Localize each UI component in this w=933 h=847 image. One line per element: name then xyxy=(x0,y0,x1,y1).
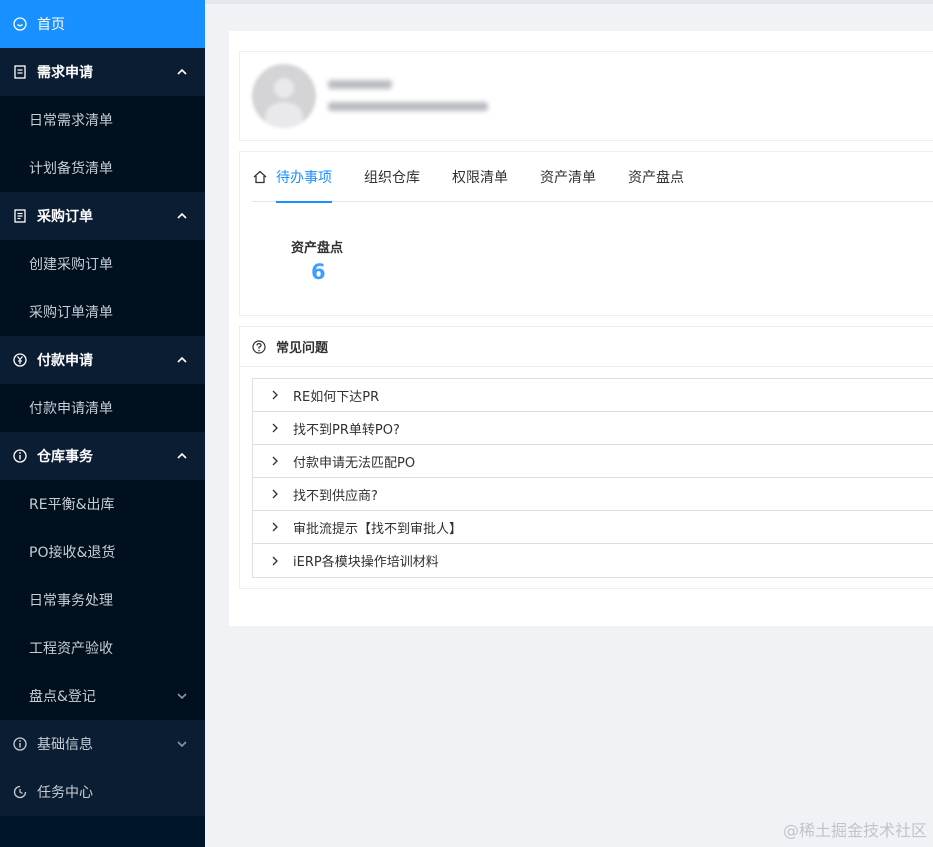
tab-permission-list[interactable]: 权限清单 xyxy=(452,152,508,202)
chevron-right-icon xyxy=(270,456,280,466)
sidebar-item-label: 创建采购订单 xyxy=(29,257,113,273)
info-circle-icon xyxy=(13,449,27,463)
tab-org-warehouse[interactable]: 组织仓库 xyxy=(364,152,420,202)
sidebar-item-label: 付款申请 xyxy=(37,353,93,369)
faq-item[interactable]: iERP各模块操作培训材料 xyxy=(253,544,933,577)
faq-item[interactable]: 找不到PR单转PO? xyxy=(253,412,933,445)
chevron-right-icon xyxy=(270,390,280,400)
faq-item-label: 找不到PR单转PO? xyxy=(293,422,400,438)
sidebar-item-label: 采购订单清单 xyxy=(29,305,113,321)
sidebar-group-payment[interactable]: 付款申请 xyxy=(0,336,205,384)
sidebar-item-label: 日常事务处理 xyxy=(29,593,113,609)
tab-todo[interactable]: 待办事项 xyxy=(276,152,332,203)
faq-card: 常见问题 RE如何下达PR 找不到PR单转PO? 付款申请无法匹配PO 找不到供… xyxy=(239,326,933,589)
faq-header: 常见问题 xyxy=(240,327,933,367)
main-panel: 待办事项 组织仓库 权限清单 资产清单 资产盘点 资产盘点 6 常见问题 RE如… xyxy=(229,31,933,626)
sidebar-item-label: 基础信息 xyxy=(37,737,93,753)
sidebar-item-daily-affairs[interactable]: 日常事务处理 xyxy=(0,576,205,624)
chevron-up-icon xyxy=(177,211,187,221)
sidebar-item-po-list[interactable]: 采购订单清单 xyxy=(0,288,205,336)
sidebar-item-re-balance[interactable]: RE平衡&出库 xyxy=(0,480,205,528)
user-info-blurred xyxy=(328,102,488,111)
sidebar-item-label: 任务中心 xyxy=(37,785,93,801)
chevron-right-icon xyxy=(270,556,280,566)
home-circle-icon xyxy=(13,17,27,31)
home-icon xyxy=(252,169,268,185)
chevron-up-icon xyxy=(177,451,187,461)
faq-list: RE如何下达PR 找不到PR单转PO? 付款申请无法匹配PO 找不到供应商? 审… xyxy=(252,378,933,578)
chevron-right-icon xyxy=(270,423,280,433)
sidebar-item-asset-acceptance[interactable]: 工程资产验收 xyxy=(0,624,205,672)
sidebar-group-warehouse[interactable]: 仓库事务 xyxy=(0,432,205,480)
sidebar-item-inventory[interactable]: 盘点&登记 xyxy=(0,672,205,720)
chevron-down-icon xyxy=(177,691,187,701)
sidebar-item-label: 仓库事务 xyxy=(37,449,93,465)
chevron-up-icon xyxy=(177,67,187,77)
sidebar-item-label: 日常需求清单 xyxy=(29,113,113,129)
faq-item-label: 找不到供应商? xyxy=(293,488,378,504)
sidebar-item-label: 工程资产验收 xyxy=(29,641,113,657)
yen-circle-icon xyxy=(13,353,27,367)
tab-asset-inventory[interactable]: 资产盘点 xyxy=(628,152,684,202)
faq-title: 常见问题 xyxy=(276,341,329,356)
faq-item[interactable]: 找不到供应商? xyxy=(253,478,933,511)
chevron-right-icon xyxy=(270,489,280,499)
sidebar-item-label: RE平衡&出库 xyxy=(29,497,115,513)
chevron-up-icon xyxy=(177,355,187,365)
sidebar-item-home[interactable]: 首页 xyxy=(0,0,205,48)
faq-item-label: 付款申请无法匹配PO xyxy=(293,455,416,471)
sidebar-item-create-po[interactable]: 创建采购订单 xyxy=(0,240,205,288)
sidebar-group-demand[interactable]: 需求申请 xyxy=(0,48,205,96)
tab-asset-list[interactable]: 资产清单 xyxy=(540,152,596,202)
stat-label: 资产盘点 xyxy=(291,241,344,256)
sidebar-item-label: 采购订单 xyxy=(37,209,93,225)
sidebar-item-label: 盘点&登记 xyxy=(29,689,96,705)
faq-item-label: 审批流提示【找不到审批人】 xyxy=(293,521,463,537)
faq-item[interactable]: 审批流提示【找不到审批人】 xyxy=(253,511,933,544)
sidebar-item-label: 计划备货清单 xyxy=(29,161,113,177)
sidebar-item-daily-demand[interactable]: 日常需求清单 xyxy=(0,96,205,144)
tabs-card: 待办事项 组织仓库 权限清单 资产清单 资产盘点 资产盘点 6 xyxy=(239,151,933,316)
chevron-right-icon xyxy=(270,522,280,532)
sidebar-item-task-center[interactable]: 任务中心 xyxy=(0,768,205,816)
user-card xyxy=(239,51,933,141)
sidebar-item-plan-stock[interactable]: 计划备货清单 xyxy=(0,144,205,192)
chevron-down-icon xyxy=(177,739,187,749)
sidebar-item-label: 首页 xyxy=(37,17,65,33)
tab-bar: 待办事项 组织仓库 权限清单 资产清单 资产盘点 xyxy=(252,152,933,203)
top-bar xyxy=(205,0,933,4)
sidebar: 首页 需求申请 日常需求清单 计划备货清单 采购订单 创建采购订单 采购订单清单… xyxy=(0,0,205,847)
order-icon xyxy=(13,209,27,223)
sidebar-item-label: 付款申请清单 xyxy=(29,401,113,417)
stat-value[interactable]: 6 xyxy=(311,260,326,284)
sidebar-group-purchase[interactable]: 采购订单 xyxy=(0,192,205,240)
sidebar-group-basic-info[interactable]: 基础信息 xyxy=(0,720,205,768)
sidebar-item-payment-list[interactable]: 付款申请清单 xyxy=(0,384,205,432)
faq-item-label: iERP各模块操作培训材料 xyxy=(293,555,439,570)
avatar xyxy=(252,64,316,128)
sidebar-item-label: PO接收&退货 xyxy=(29,545,116,561)
info-circle-icon xyxy=(13,737,27,751)
clock-icon xyxy=(13,785,27,799)
sidebar-item-po-receive[interactable]: PO接收&退货 xyxy=(0,528,205,576)
watermark: @稀土掘金技术社区 xyxy=(782,821,927,840)
faq-item[interactable]: 付款申请无法匹配PO xyxy=(253,445,933,478)
faq-item[interactable]: RE如何下达PR xyxy=(253,379,933,412)
faq-item-label: RE如何下达PR xyxy=(293,389,380,405)
question-circle-icon xyxy=(252,339,266,354)
user-name-blurred xyxy=(328,80,392,89)
document-icon xyxy=(13,65,27,79)
sidebar-item-label: 需求申请 xyxy=(37,65,93,81)
